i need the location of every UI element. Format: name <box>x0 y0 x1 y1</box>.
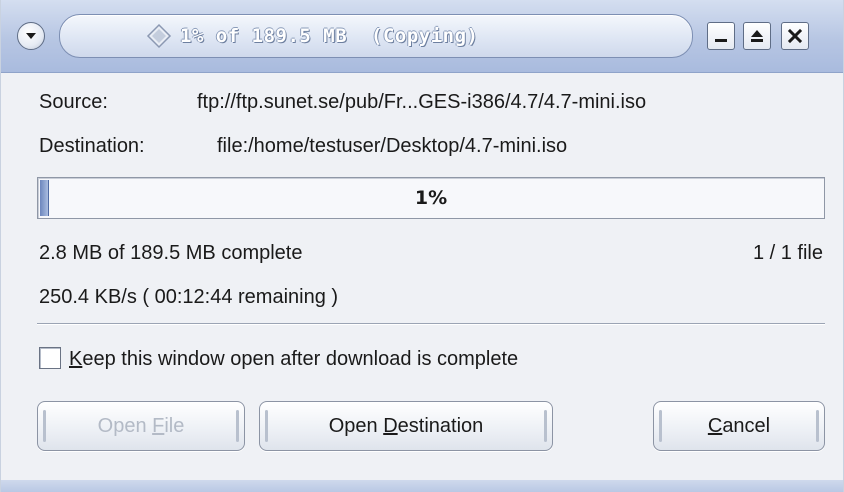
open-file-prefix: Open <box>97 414 153 437</box>
divider <box>37 323 825 325</box>
file-count: 1 / 1 file <box>752 242 823 264</box>
keep-open-checkbox[interactable] <box>39 347 61 369</box>
minimize-icon <box>715 39 727 42</box>
chevron-down-icon <box>26 33 36 39</box>
rate-status: 250.4 KB/s ( 00:12:44 remaining ) <box>39 286 339 308</box>
window-title: 1% of 189.5 MB (Copying) <box>180 25 479 47</box>
open-destination-prefix: Open <box>328 414 384 437</box>
cancel-button[interactable]: Cancel <box>653 401 825 451</box>
open-file-rest: ile <box>164 414 185 437</box>
keep-open-label[interactable]: Keep this window open after download is … <box>69 347 518 371</box>
destination-label: Destination: <box>39 135 145 157</box>
open-file-button[interactable]: Open File <box>37 401 245 451</box>
keep-open-mnemonic: K <box>69 348 83 370</box>
close-icon <box>787 28 803 44</box>
cancel-mnemonic: C <box>707 414 723 437</box>
maximize-button[interactable] <box>743 22 771 50</box>
open-destination-button[interactable]: Open Destination <box>259 401 553 451</box>
close-button[interactable] <box>781 22 809 50</box>
download-progress-window: 1% of 189.5 MB (Copying) Source: ftp://f… <box>0 0 844 492</box>
window-menu-button[interactable] <box>17 22 45 50</box>
diamond-icon <box>146 23 172 49</box>
source-label: Source: <box>39 91 108 113</box>
cancel-rest: ancel <box>722 414 771 437</box>
open-file-mnemonic: F <box>152 414 165 437</box>
source-value: ftp://ftp.sunet.se/pub/Fr...GES-i386/4.7… <box>197 91 647 113</box>
size-status: 2.8 MB of 189.5 MB complete <box>39 242 303 264</box>
open-destination-rest: estination <box>397 414 484 437</box>
keep-open-text: eep this window open after download is c… <box>82 348 519 370</box>
title-pill: 1% of 189.5 MB (Copying) <box>59 14 693 58</box>
minimize-button[interactable] <box>707 22 735 50</box>
open-destination-mnemonic: D <box>383 414 398 437</box>
window-bottom-edge <box>1 480 843 492</box>
destination-value: file:/home/testuser/Desktop/4.7-mini.iso <box>217 135 568 157</box>
download-progress-bar: 1% <box>37 177 825 219</box>
maximize-icon <box>751 30 763 42</box>
progress-percent: 1% <box>414 187 448 209</box>
title-bar[interactable]: 1% of 189.5 MB (Copying) <box>1 0 843 73</box>
